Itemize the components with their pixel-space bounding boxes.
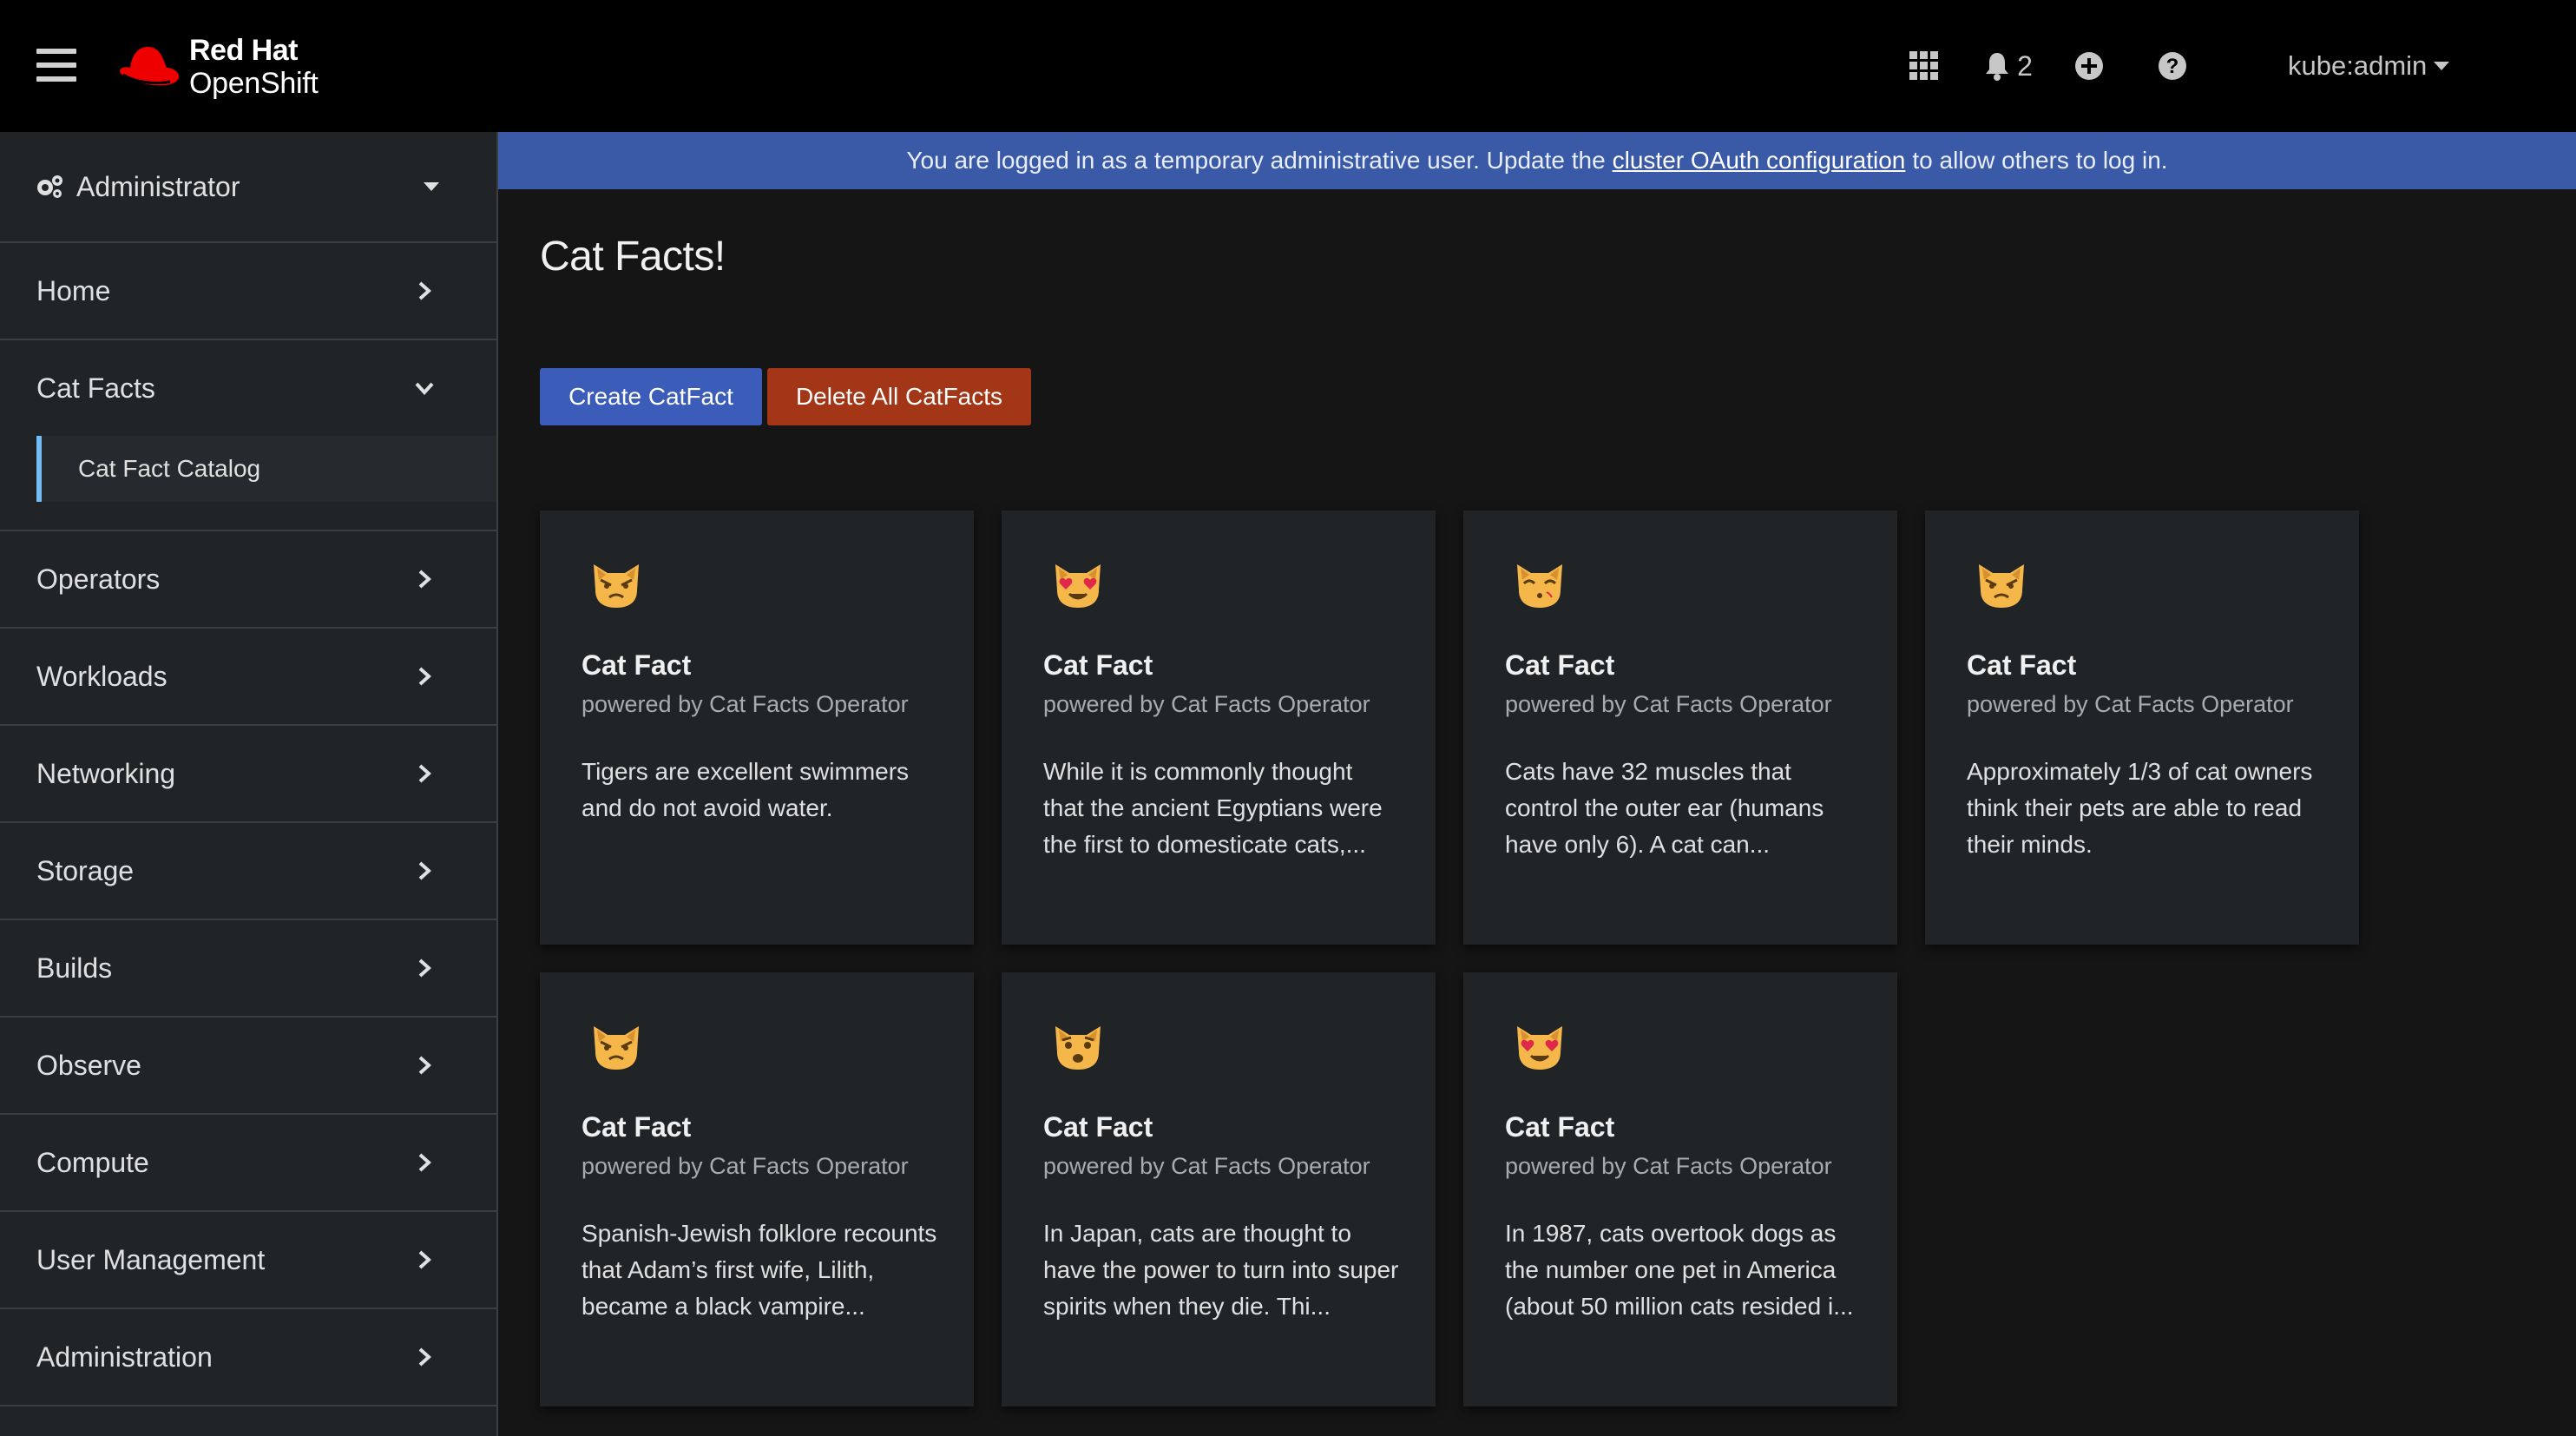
card-body: Tigers are excellent swimmers and do not… (582, 758, 910, 821)
cat-fact-card[interactable]: Cat Fact powered by Cat Facts Operator Spa… (540, 972, 974, 1406)
cat-fact-card[interactable]: Cat Fact powered by Cat Facts Operator Whi… (1002, 511, 1436, 945)
pouting-cat-icon (1979, 564, 2024, 608)
heart-eyes-cat-icon (1517, 1026, 1562, 1070)
cogs-icon (37, 175, 62, 198)
sidebar-item-label: Builds (36, 952, 113, 984)
sidebar-item-label: Cat Facts (36, 372, 155, 404)
chevron-right-icon (418, 1250, 431, 1269)
card-title: Cat Fact (582, 1111, 692, 1143)
svg-text:?: ? (2166, 55, 2179, 78)
card-subtitle: powered by Cat Facts Operator (1505, 1153, 1832, 1179)
cluster-banner: You are logged in as a temporary adminis… (498, 132, 2576, 189)
sidebar-item-compute[interactable]: Compute (0, 1115, 496, 1212)
card-title: Cat Fact (1043, 649, 1153, 681)
sidebar-item-home[interactable]: Home (0, 243, 496, 340)
red-hat-logo-icon (120, 47, 179, 86)
card-subtitle: powered by Cat Facts Operator (582, 691, 909, 717)
chevron-right-icon (418, 764, 431, 783)
delete-all-catfacts-button[interactable]: Delete All CatFacts (767, 368, 1031, 425)
plus-circle-icon[interactable] (2069, 0, 2109, 132)
sidebar-item-storage[interactable]: Storage (0, 823, 496, 920)
cat-fact-card[interactable]: Cat Fact powered by Cat Facts Operator Tig… (540, 511, 974, 945)
user-name: kube:admin (2288, 50, 2428, 81)
sidebar-item-builds[interactable]: Builds (0, 920, 496, 1018)
sidebar-item-label: Workloads (36, 660, 168, 692)
sidebar-item-label: Administration (36, 1340, 213, 1373)
perspective-switcher[interactable]: Administrator (0, 132, 496, 243)
kissing-cat-icon (1517, 564, 1562, 608)
card-title: Cat Fact (582, 649, 692, 681)
cat-fact-card[interactable]: Cat Fact powered by Cat Facts Operator In … (1002, 972, 1436, 1406)
sidebar-item-cat-facts[interactable]: Cat Facts (0, 340, 496, 436)
card-subtitle: powered by Cat Facts Operator (1043, 691, 1370, 717)
oauth-config-link[interactable]: cluster OAuth configuration (1613, 147, 1906, 175)
app-launcher-icon[interactable] (1904, 0, 1944, 132)
card-title: Cat Fact (1967, 649, 2077, 681)
banner-text: You are logged in as a temporary adminis… (906, 147, 1606, 174)
sidebar-item-label: Storage (36, 854, 135, 886)
create-catfact-button[interactable]: Create CatFact (540, 368, 762, 425)
chevron-right-icon (418, 667, 431, 686)
sidebar-item-label: Home (36, 274, 111, 306)
page-title: Cat Facts! (540, 234, 726, 280)
sidebar-item-label: Operators (36, 563, 161, 595)
chevron-right-icon (418, 1153, 431, 1172)
masthead: Red Hat OpenShift 2 ? kube:admin (0, 0, 2576, 132)
sidebar-item-workloads[interactable]: Workloads (0, 629, 496, 726)
perspective-label: Administrator (76, 170, 240, 202)
chevron-right-icon (418, 1056, 431, 1075)
card-body: Approximately 1/3 of cat owners think th… (1967, 758, 2313, 858)
sidebar-group-cat-facts: Cat Facts Cat Fact Catalog (0, 340, 496, 531)
heart-eyes-cat-icon (1055, 564, 1101, 608)
brand-line-2: OpenShift (189, 67, 319, 100)
sidebar-item-operators[interactable]: Operators (0, 531, 496, 629)
chevron-right-icon (418, 281, 431, 300)
sidebar-item-administration[interactable]: Administration (0, 1309, 496, 1406)
card-body: Spanish-Jewish folklore recounts that Ad… (582, 1220, 937, 1320)
card-body: In Japan, cats are thought to have the p… (1043, 1220, 1399, 1320)
notifications-button[interactable]: 2 (1977, 0, 2040, 132)
sidebar-subitem-cat-fact-catalog[interactable]: Cat Fact Catalog (36, 436, 496, 502)
sidebar-item-observe[interactable]: Observe (0, 1018, 496, 1115)
sidebar-item-label: User Management (36, 1243, 266, 1275)
card-subtitle: powered by Cat Facts Operator (1505, 691, 1832, 717)
sidebar-item-user-management[interactable]: User Management (0, 1212, 496, 1309)
sidebar-item-label: Observe (36, 1049, 141, 1081)
sidebar-item-label: Compute (36, 1146, 149, 1178)
chevron-right-icon (418, 861, 431, 880)
weary-cat-icon (1055, 1026, 1101, 1070)
question-circle-icon[interactable]: ? (2152, 0, 2192, 132)
card-body: While it is commonly thought that the an… (1043, 758, 1383, 858)
sidebar: Administrator Home Cat Facts Cat Fact Ca… (0, 132, 498, 1436)
card-subtitle: powered by Cat Facts Operator (1043, 1153, 1370, 1179)
bell-icon (1986, 53, 2009, 81)
card-title: Cat Fact (1505, 649, 1615, 681)
sidebar-item-networking[interactable]: Networking (0, 726, 496, 823)
card-subtitle: powered by Cat Facts Operator (1967, 691, 2294, 717)
card-title: Cat Fact (1505, 1111, 1615, 1143)
sidebar-item-label: Networking (36, 757, 176, 789)
notification-count: 2 (2017, 49, 2033, 82)
card-title: Cat Fact (1043, 1111, 1153, 1143)
banner-text-end: to allow others to log in. (1912, 147, 2168, 174)
chevron-down-icon (415, 382, 434, 395)
brand-line-1: Red Hat (189, 34, 298, 67)
pouting-cat-icon (594, 1026, 639, 1070)
cat-fact-card[interactable]: Cat Fact powered by Cat Facts Operator In … (1463, 972, 1897, 1406)
cat-fact-card[interactable]: Cat Fact powered by Cat Facts Operator App… (1925, 511, 2359, 945)
cat-fact-card[interactable]: Cat Fact powered by Cat Facts Operator Cat… (1463, 511, 1897, 945)
chevron-right-icon (418, 958, 431, 978)
caret-down-icon (424, 182, 439, 191)
chevron-right-icon (418, 570, 431, 589)
chevron-right-icon (418, 1347, 431, 1367)
card-subtitle: powered by Cat Facts Operator (582, 1153, 909, 1179)
pouting-cat-icon (594, 564, 639, 608)
caret-down-icon (2434, 62, 2450, 70)
hamburger-icon[interactable] (36, 49, 76, 82)
card-body: In 1987, cats overtook dogs as the numbe… (1505, 1220, 1854, 1320)
user-menu[interactable]: kube:admin (2288, 0, 2461, 132)
card-body: Cats have 32 muscles that control the ou… (1505, 758, 1824, 858)
brand-logo[interactable]: Red Hat OpenShift (116, 28, 319, 106)
